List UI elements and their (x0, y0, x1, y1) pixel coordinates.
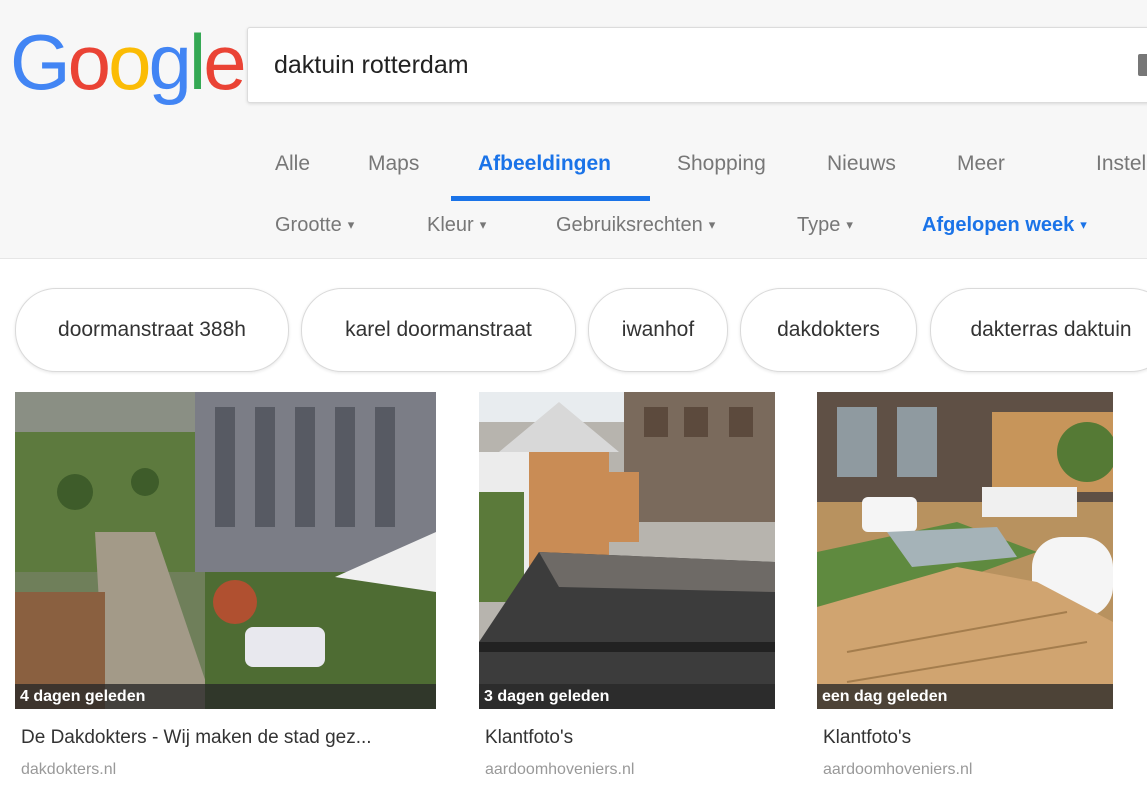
result-1-age: 4 dagen geleden (15, 684, 436, 709)
logo-letter: g (148, 18, 191, 106)
filter-label: Kleur (427, 214, 474, 236)
logo-letter: G (10, 18, 71, 106)
logo-letter: o (108, 18, 151, 106)
result-3-thumbnail (817, 392, 1113, 709)
tab-nieuws[interactable]: Nieuws (827, 152, 896, 176)
search-box (247, 27, 1147, 103)
chip-dakterras-daktuin[interactable]: dakterras daktuin (930, 288, 1147, 372)
chip-doormanstraat-388h[interactable]: doormanstraat 388h (15, 288, 289, 372)
chevron-down-icon: ▾ (347, 217, 355, 232)
logo-letter: e (203, 18, 246, 106)
logo-letter: l (188, 18, 206, 106)
result-3-title[interactable]: Klantfoto's (823, 727, 911, 749)
result-2-thumbnail (479, 392, 775, 709)
chevron-down-icon: ▾ (479, 217, 487, 232)
result-1-thumbnail (15, 392, 436, 709)
tab-shopping[interactable]: Shopping (677, 152, 766, 176)
keyboard-icon[interactable] (1138, 54, 1147, 76)
result-3-age: een dag geleden (817, 684, 1113, 709)
image-result-1[interactable]: 4 dagen geleden (15, 392, 436, 709)
header: Google Alle Maps Afbeeldingen Shopping N… (0, 0, 1147, 259)
image-result-3[interactable]: een dag geleden (817, 392, 1113, 709)
logo-letter: o (67, 18, 111, 106)
chip-dakdokters[interactable]: dakdokters (740, 288, 917, 372)
chevron-down-icon: ▾ (846, 217, 853, 232)
tab-instellingen[interactable]: Instel (1096, 152, 1146, 176)
tab-maps[interactable]: Maps (368, 152, 419, 176)
filter-label: Gebruiksrechten (556, 214, 703, 236)
filter-bar: Grootte ▾ Kleur ▾ Gebruiksrechten ▾ Type ▾ A… (0, 208, 1147, 248)
filter-type[interactable]: Type ▾ (797, 214, 853, 237)
result-2-domain: aardoomhoveniers.nl (485, 761, 635, 778)
tab-meer[interactable]: Meer (957, 152, 1005, 176)
active-tab-underline (451, 196, 650, 201)
result-3-domain: aardoomhoveniers.nl (823, 761, 973, 778)
result-2-title[interactable]: Klantfoto's (485, 727, 573, 749)
chevron-down-icon: ▾ (1080, 217, 1087, 232)
tab-alle[interactable]: Alle (275, 152, 310, 176)
result-1-title[interactable]: De Dakdokters - Wij maken de stad gez... (21, 727, 372, 749)
filter-grootte[interactable]: Grootte ▾ (275, 214, 354, 237)
search-input[interactable] (274, 28, 1114, 102)
chevron-down-icon: ▾ (708, 217, 716, 232)
filter-kleur[interactable]: Kleur ▾ (427, 214, 486, 237)
filter-label: Afgelopen week (922, 214, 1075, 236)
chip-karel-doormanstraat[interactable]: karel doormanstraat (301, 288, 576, 372)
chip-iwanhof[interactable]: iwanhof (588, 288, 728, 372)
google-logo[interactable]: Google (10, 18, 247, 106)
search-tabs: Alle Maps Afbeeldingen Shopping Nieuws M… (0, 140, 1147, 201)
filter-afgelopen-week[interactable]: Afgelopen week ▾ (922, 214, 1087, 237)
result-2-age: 3 dagen geleden (479, 684, 775, 709)
filter-label: Grootte (275, 214, 342, 236)
filter-label: Type (797, 214, 841, 236)
result-1-domain: dakdokters.nl (21, 761, 117, 778)
tab-afbeeldingen[interactable]: Afbeeldingen (478, 152, 611, 176)
filter-gebruiksrechten[interactable]: Gebruiksrechten ▾ (556, 214, 715, 237)
image-result-2[interactable]: 3 dagen geleden (479, 392, 775, 709)
